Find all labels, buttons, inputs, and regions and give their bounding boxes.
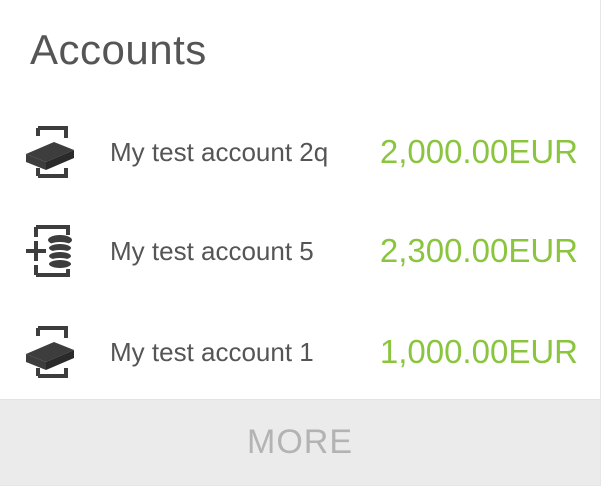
account-name: My test account 5 (110, 236, 314, 266)
cash-transfer-icon (26, 126, 74, 178)
account-row[interactable]: My test account 1 1,000.00EUR (0, 318, 600, 388)
account-row[interactable]: My test account 5 2,300.00EUR (0, 217, 600, 287)
coin-stack-add-icon (26, 225, 73, 277)
account-balance: 2,000.00EUR (379, 133, 578, 170)
account-balance: 1,000.00EUR (379, 333, 578, 370)
cash-transfer-icon (26, 326, 74, 378)
account-balance: 2,300.00EUR (379, 232, 578, 269)
account-row[interactable]: My test account 2q 2,000.00EUR (0, 118, 600, 188)
more-button[interactable]: MORE (0, 399, 600, 485)
account-name: My test account 1 (110, 337, 314, 367)
account-name: My test account 2q (110, 137, 329, 167)
page-title: Accounts (30, 26, 207, 73)
accounts-card: Accounts My test account 2q 2,000.00EUR (0, 0, 601, 486)
